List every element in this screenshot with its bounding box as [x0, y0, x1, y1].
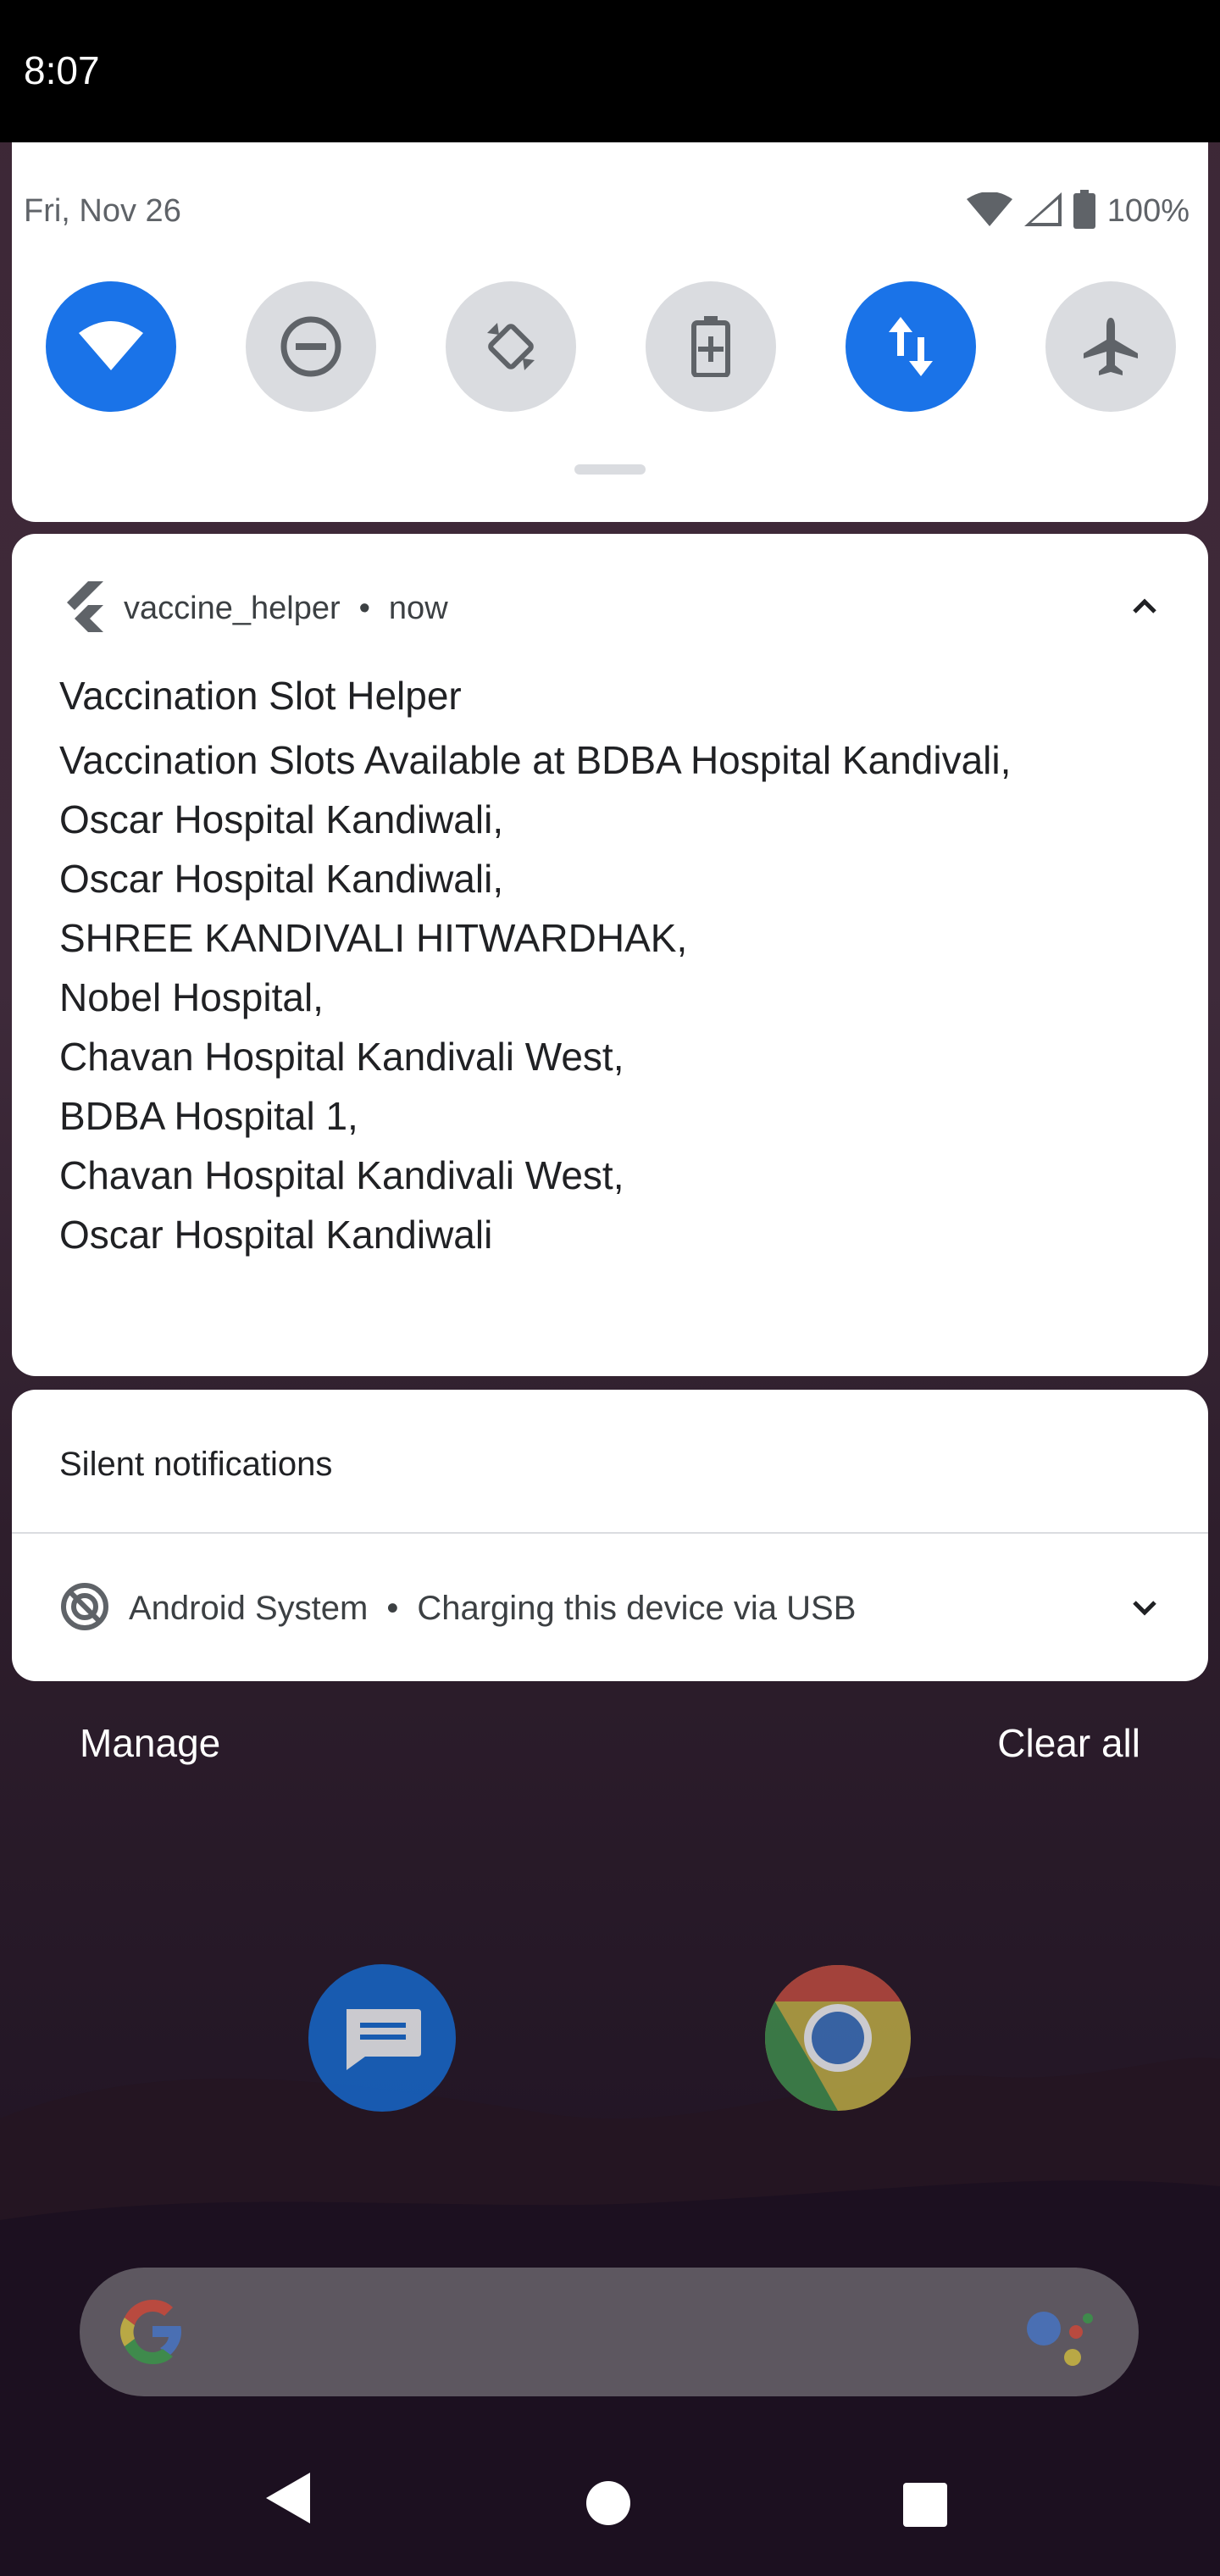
- collapse-button[interactable]: [1132, 597, 1157, 618]
- notification-app-name: vaccine_helper: [124, 591, 341, 626]
- back-triangle-icon: [266, 2473, 310, 2523]
- header-separator: •: [358, 591, 370, 626]
- qs-date: Fri, Nov 26: [24, 193, 181, 229]
- do-not-disturb-icon: [280, 316, 341, 377]
- back-button[interactable]: [263, 2471, 313, 2529]
- notification-line: Vaccination Slots Available at BDBA Hosp…: [59, 738, 1012, 782]
- data-transfer-icon: [889, 317, 933, 376]
- battery-percent: 100%: [1106, 193, 1190, 229]
- qs-status-icons: 100%: [966, 190, 1190, 233]
- divider: [12, 1532, 1208, 1534]
- airplane-mode-tile[interactable]: [1045, 281, 1176, 412]
- wifi-tile[interactable]: [46, 281, 176, 412]
- silent-notifications-card: Silent notifications Android System • Ch…: [12, 1390, 1208, 1681]
- notification-line: SHREE KANDIVALI HITWARDHAK,: [59, 916, 688, 960]
- manage-button[interactable]: Manage: [80, 1720, 220, 1766]
- system-separator: •: [386, 1590, 399, 1627]
- system-app-name: Android System: [129, 1590, 369, 1627]
- system-notification-text: Charging this device via USB: [417, 1590, 857, 1627]
- chevron-up-icon: [1133, 598, 1156, 613]
- battery-icon: [1073, 190, 1095, 233]
- battery-saver-tile[interactable]: [646, 281, 776, 412]
- cell-signal-icon: [1023, 192, 1062, 230]
- chevron-down-icon: [1133, 1601, 1156, 1616]
- recents-button[interactable]: [903, 2483, 947, 2527]
- clock: 8:07: [24, 48, 100, 92]
- clear-all-button[interactable]: Clear all: [997, 1720, 1140, 1766]
- notification-card[interactable]: vaccine_helper • now Vaccination Slot He…: [12, 534, 1208, 1376]
- notification-line: Chavan Hospital Kandivali West,: [59, 1035, 624, 1079]
- google-g-icon: [117, 2296, 188, 2372]
- notification-line: Nobel Hospital,: [59, 975, 324, 1019]
- notification-line: Oscar Hospital Kandiwali,: [59, 797, 504, 841]
- notification-body: Vaccination Slots Available at BDBA Hosp…: [59, 730, 1161, 1264]
- status-bar: 8:07: [0, 0, 1220, 142]
- airplane-icon: [1084, 318, 1138, 375]
- drag-handle[interactable]: [574, 464, 646, 475]
- flutter-app-icon: [63, 581, 105, 636]
- android-system-icon: [59, 1581, 110, 1636]
- google-search-bar[interactable]: [80, 2268, 1139, 2396]
- android-system-notification[interactable]: Android System • Charging this device vi…: [59, 1581, 856, 1636]
- quick-settings-panel: Fri, Nov 26 100%: [12, 142, 1208, 522]
- notification-line: Oscar Hospital Kandiwali: [59, 1213, 493, 1257]
- notification-line: Chavan Hospital Kandivali West,: [59, 1153, 624, 1197]
- chrome-icon[interactable]: [764, 1964, 912, 2112]
- notification-time: now: [388, 591, 448, 626]
- auto-rotate-tile[interactable]: [446, 281, 576, 412]
- assistant-icon[interactable]: [1023, 2305, 1095, 2373]
- battery-saver-icon: [691, 316, 730, 377]
- dnd-tile[interactable]: [246, 281, 376, 412]
- notification-title: Vaccination Slot Helper: [59, 674, 462, 718]
- notification-line: Oscar Hospital Kandiwali,: [59, 857, 504, 901]
- notification-header: vaccine_helper • now: [63, 581, 448, 636]
- wifi-icon: [79, 321, 143, 370]
- home-button[interactable]: [586, 2481, 630, 2525]
- wifi-signal-icon: [966, 192, 1012, 230]
- silent-section-header: Silent notifications: [59, 1446, 333, 1483]
- expand-button[interactable]: [1132, 1600, 1157, 1621]
- auto-rotate-icon: [487, 323, 535, 370]
- mobile-data-tile[interactable]: [846, 281, 976, 412]
- notification-line: BDBA Hospital 1,: [59, 1094, 358, 1138]
- messages-icon[interactable]: [308, 1964, 456, 2112]
